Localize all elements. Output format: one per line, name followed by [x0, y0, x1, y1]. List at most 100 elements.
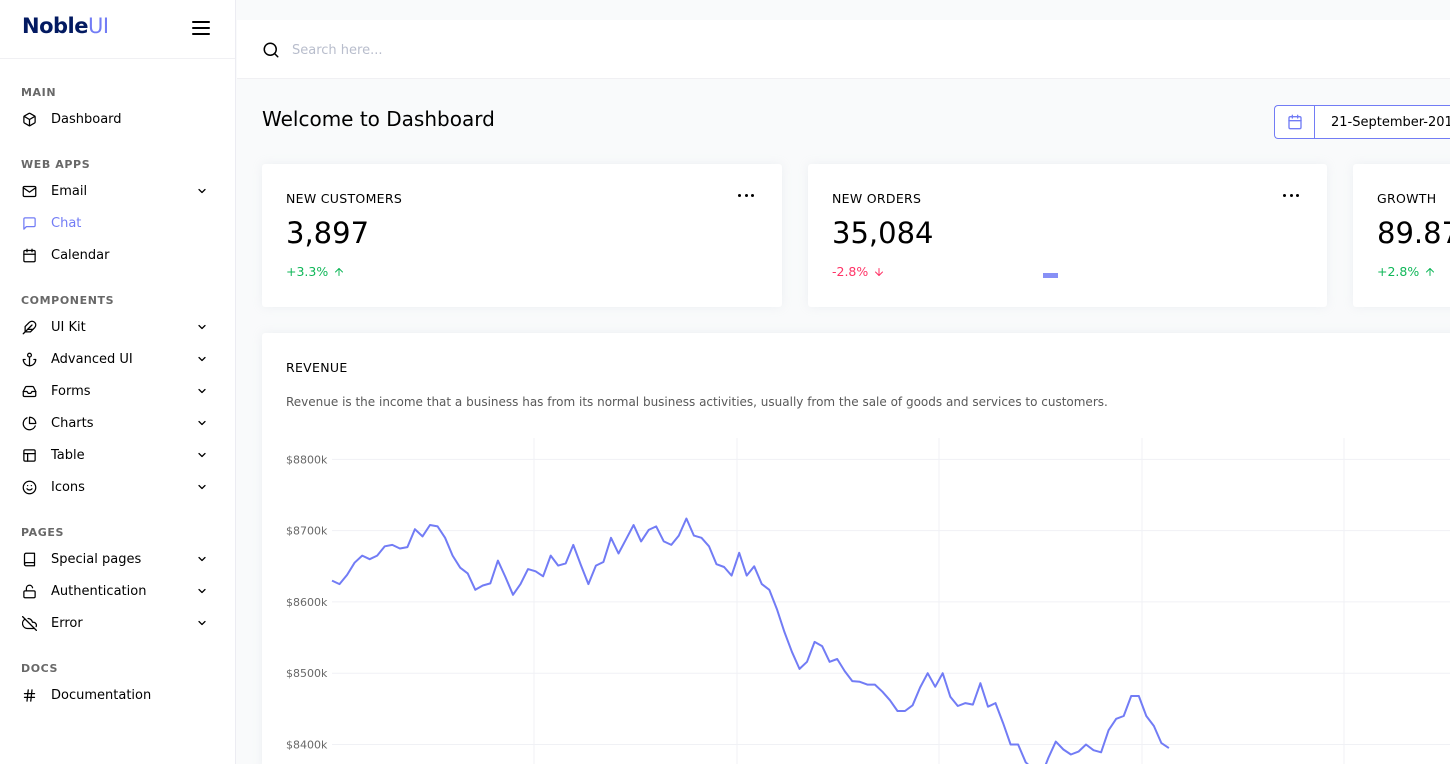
- sidebar-item-label: Icons: [51, 479, 85, 495]
- unlock-icon: [21, 583, 37, 599]
- sidebar-item-label: UI Kit: [51, 319, 86, 335]
- date-picker: [1274, 105, 1450, 139]
- y-axis-tick-label: $8700k: [286, 525, 328, 538]
- revenue-line-chart: $8400k $8500k $8600k $8700k $8800k: [286, 438, 1450, 764]
- nav-category-main: MAIN: [21, 86, 57, 99]
- stat-change-value: +2.8%: [1377, 264, 1420, 279]
- brand-logo[interactable]: NobleUI: [22, 14, 109, 38]
- calendar-icon: [21, 247, 37, 263]
- nav-category-components: COMPONENTS: [21, 294, 115, 307]
- sidebar-item-ui-kit[interactable]: UI Kit: [21, 315, 216, 339]
- sidebar-item-label: Authentication: [51, 583, 147, 599]
- mini-chart-bar: [1043, 273, 1058, 278]
- brand-name-light: UI: [87, 14, 109, 38]
- calendar-icon: [1287, 114, 1302, 130]
- stat-card-new-customers: NEW CUSTOMERS 3,897 +3.3%: [262, 164, 782, 307]
- chevron-down-icon: [196, 321, 208, 333]
- arrow-down-icon: [875, 267, 884, 276]
- search-input[interactable]: [292, 38, 692, 62]
- sidebar-item-error[interactable]: Error: [21, 611, 216, 635]
- box-icon: [21, 111, 37, 127]
- sidebar-item-calendar[interactable]: Calendar: [21, 243, 216, 267]
- chevron-down-icon: [196, 553, 208, 565]
- smile-icon: [21, 479, 37, 495]
- chevron-down-icon: [196, 385, 208, 397]
- sidebar-item-charts[interactable]: Charts: [21, 411, 216, 435]
- sidebar-item-label: Documentation: [51, 687, 152, 703]
- stat-change: +2.8%: [1377, 264, 1436, 279]
- sidebar-item-authentication[interactable]: Authentication: [21, 579, 216, 603]
- nav-category-docs: DOCS: [21, 662, 59, 675]
- chevron-down-icon: [196, 481, 208, 493]
- sidebar-item-dashboard[interactable]: Dashboard: [21, 107, 216, 131]
- arrow-up-icon: [1426, 267, 1435, 276]
- sidebar-item-label: Error: [51, 615, 83, 631]
- stat-change: -2.8%: [832, 264, 885, 279]
- sidebar-header: NobleUI: [0, 0, 235, 59]
- stat-change: +3.3%: [286, 264, 345, 279]
- sidebar-item-icons[interactable]: Icons: [21, 475, 216, 499]
- y-axis-tick-label: $8800k: [286, 453, 328, 466]
- stat-title: NEW ORDERS: [832, 191, 922, 206]
- sidebar-item-label: Charts: [51, 415, 94, 431]
- stat-title: NEW CUSTOMERS: [286, 191, 403, 206]
- y-axis-tick-label: $8500k: [286, 667, 328, 680]
- sidebar-item-special-pages[interactable]: Special pages: [21, 547, 216, 571]
- page-title: Welcome to Dashboard: [262, 107, 495, 131]
- stat-change-value: +3.3%: [286, 264, 329, 279]
- sidebar-item-label: Advanced UI: [51, 351, 133, 367]
- date-input[interactable]: [1314, 105, 1450, 139]
- sidebar-item-advanced-ui[interactable]: Advanced UI: [21, 347, 216, 371]
- sidebar-item-label: Dashboard: [51, 111, 122, 127]
- stat-change-value: -2.8%: [832, 264, 869, 279]
- stat-value: 35,084: [832, 216, 934, 250]
- layout-icon: [21, 447, 37, 463]
- more-options-icon[interactable]: [738, 190, 754, 200]
- search-icon: [262, 41, 280, 59]
- topbar: [237, 20, 1450, 79]
- stat-title: GROWTH: [1377, 191, 1437, 206]
- y-axis-tick-label: $8600k: [286, 596, 328, 609]
- feather-icon: [21, 319, 37, 335]
- stat-card-new-orders: NEW ORDERS 35,084 -2.8%: [808, 164, 1327, 307]
- sidebar-item-label: Chat: [51, 215, 82, 231]
- sidebar-item-label: Email: [51, 183, 88, 199]
- chevron-down-icon: [196, 449, 208, 461]
- stat-value: 3,897: [286, 216, 370, 250]
- sidebar-item-chat[interactable]: Chat: [21, 211, 216, 235]
- chevron-down-icon: [196, 617, 208, 629]
- menu-toggle-icon[interactable]: [192, 21, 210, 37]
- chevron-down-icon: [196, 585, 208, 597]
- more-options-icon[interactable]: [1283, 190, 1299, 200]
- chevron-down-icon: [196, 353, 208, 365]
- revenue-series-line: [331, 517, 1170, 764]
- sidebar: NobleUI MAIN Dashboard WEB APPS Email Ch…: [0, 0, 236, 764]
- book-icon: [21, 551, 37, 567]
- nav-category-pages: PAGES: [21, 526, 65, 539]
- sidebar-item-documentation[interactable]: Documentation: [21, 683, 216, 707]
- message-square-icon: [21, 215, 37, 231]
- revenue-card: REVENUE Revenue is the income that a bus…: [262, 333, 1450, 764]
- sidebar-item-table[interactable]: Table: [21, 443, 216, 467]
- arrow-up-icon: [335, 267, 344, 276]
- sidebar-item-email[interactable]: Email: [21, 179, 216, 203]
- sidebar-item-label: Table: [51, 447, 85, 463]
- stat-card-growth: GROWTH 89.87% +2.8%: [1353, 164, 1450, 307]
- stat-value: 89.87%: [1377, 216, 1450, 250]
- pie-chart-icon: [21, 415, 37, 431]
- nav-category-web-apps: WEB APPS: [21, 158, 91, 171]
- sidebar-item-forms[interactable]: Forms: [21, 379, 216, 403]
- y-axis-tick-label: $8400k: [286, 738, 328, 751]
- chevron-down-icon: [196, 417, 208, 429]
- chevron-down-icon: [196, 185, 208, 197]
- sidebar-item-label: Calendar: [51, 247, 110, 263]
- hash-icon: [21, 687, 37, 703]
- mail-icon: [21, 183, 37, 199]
- date-picker-button[interactable]: [1274, 105, 1314, 139]
- sidebar-item-label: Forms: [51, 383, 91, 399]
- brand-name-bold: Noble: [22, 14, 88, 38]
- anchor-icon: [21, 351, 37, 367]
- cloud-off-icon: [21, 615, 37, 631]
- sidebar-item-label: Special pages: [51, 551, 142, 567]
- inbox-icon: [21, 383, 37, 399]
